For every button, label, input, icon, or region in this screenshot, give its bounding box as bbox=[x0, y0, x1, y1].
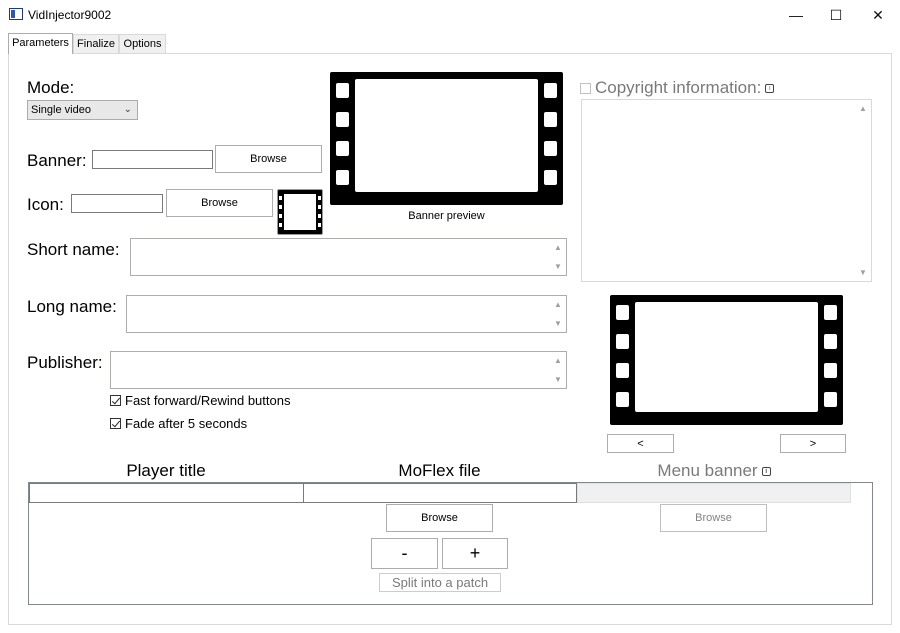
fast-forward-checkbox[interactable]: Fast forward/Rewind buttons bbox=[110, 393, 290, 408]
mode-label: Mode: bbox=[27, 78, 75, 97]
menu-banner-preview-image bbox=[610, 295, 843, 425]
scrollbar[interactable]: ▲ ▼ bbox=[551, 353, 565, 387]
scroll-up-icon: ▲ bbox=[554, 243, 562, 252]
fade-checkbox[interactable]: Fade after 5 seconds bbox=[110, 416, 247, 431]
icon-path-input[interactable] bbox=[71, 194, 163, 213]
scrollbar[interactable]: ▲ ▼ bbox=[551, 297, 565, 331]
scrollbar[interactable]: ▲ ▼ bbox=[856, 101, 870, 280]
scroll-down-icon: ▼ bbox=[554, 262, 562, 271]
fast-forward-checkbox-box[interactable] bbox=[110, 395, 121, 406]
window-title: VidInjector9002 bbox=[28, 8, 112, 22]
copyright-label: Copyright information: bbox=[595, 78, 762, 97]
menu-banner-header: Menu banner i bbox=[577, 461, 851, 481]
tab-parameters[interactable]: Parameters bbox=[8, 33, 73, 54]
scrollbar[interactable]: ▲ ▼ bbox=[551, 240, 565, 274]
banner-preview-caption: Banner preview bbox=[408, 210, 485, 222]
scroll-down-icon: ▼ bbox=[859, 268, 867, 277]
long-name-input[interactable]: ▲ ▼ bbox=[126, 295, 567, 333]
publisher-label: Publisher: bbox=[27, 353, 103, 372]
moflex-browse-button[interactable]: Browse bbox=[386, 504, 493, 532]
info-icon: i bbox=[765, 83, 775, 93]
fade-label: Fade after 5 seconds bbox=[125, 416, 248, 431]
next-button[interactable]: > bbox=[780, 434, 846, 453]
info-icon: i bbox=[761, 467, 771, 476]
menu-banner-header-label: Menu banner bbox=[657, 461, 758, 480]
menu-banner-input[interactable] bbox=[577, 483, 851, 503]
add-row-button[interactable]: + bbox=[442, 538, 508, 569]
long-name-label: Long name: bbox=[27, 297, 117, 316]
copyright-textarea[interactable]: ▲ ▼ bbox=[581, 99, 872, 282]
copyright-checkbox-box[interactable] bbox=[580, 82, 591, 94]
mode-select[interactable]: Single video ⌄ bbox=[27, 100, 138, 120]
tab-finalize[interactable]: Finalize bbox=[73, 34, 119, 54]
scroll-down-icon: ▼ bbox=[554, 375, 562, 384]
scroll-up-icon: ▲ bbox=[859, 104, 867, 113]
scroll-down-icon: ▼ bbox=[554, 319, 562, 328]
icon-preview-image bbox=[277, 189, 323, 235]
icon-browse-button[interactable]: Browse bbox=[166, 189, 273, 217]
minimize-button[interactable]: — bbox=[774, 0, 818, 30]
maximize-button[interactable]: ☐ bbox=[814, 0, 858, 30]
fade-checkbox-box[interactable] bbox=[110, 418, 121, 429]
moflex-file-input[interactable] bbox=[303, 483, 577, 503]
banner-path-input[interactable] bbox=[92, 150, 213, 169]
close-button[interactable]: ✕ bbox=[856, 0, 900, 30]
menu-banner-browse-button[interactable]: Browse bbox=[660, 504, 767, 532]
app-icon bbox=[9, 8, 23, 20]
chevron-down-icon: ⌄ bbox=[123, 104, 132, 115]
tab-options[interactable]: Options bbox=[119, 34, 166, 54]
moflex-file-header: MoFlex file bbox=[398, 461, 481, 480]
mode-select-value: Single video bbox=[31, 104, 91, 116]
scroll-up-icon: ▲ bbox=[554, 300, 562, 309]
icon-label: Icon: bbox=[27, 195, 64, 214]
short-name-input[interactable]: ▲ ▼ bbox=[130, 238, 567, 276]
previous-button[interactable]: < bbox=[607, 434, 674, 453]
remove-row-button[interactable]: - bbox=[371, 538, 438, 569]
banner-browse-button[interactable]: Browse bbox=[215, 145, 322, 173]
player-title-input[interactable] bbox=[29, 483, 304, 503]
split-into-patch-button[interactable]: Split into a patch bbox=[379, 573, 501, 592]
publisher-input[interactable]: ▲ ▼ bbox=[110, 351, 567, 389]
short-name-label: Short name: bbox=[27, 240, 120, 259]
banner-label: Banner: bbox=[27, 151, 87, 170]
copyright-checkbox[interactable]: Copyright information: i bbox=[580, 78, 775, 98]
fast-forward-label: Fast forward/Rewind buttons bbox=[125, 393, 291, 408]
title-bar: VidInjector9002 — ☐ ✕ bbox=[0, 0, 900, 30]
player-title-header: Player title bbox=[126, 461, 206, 480]
banner-preview-image bbox=[330, 72, 563, 205]
scroll-up-icon: ▲ bbox=[554, 356, 562, 365]
